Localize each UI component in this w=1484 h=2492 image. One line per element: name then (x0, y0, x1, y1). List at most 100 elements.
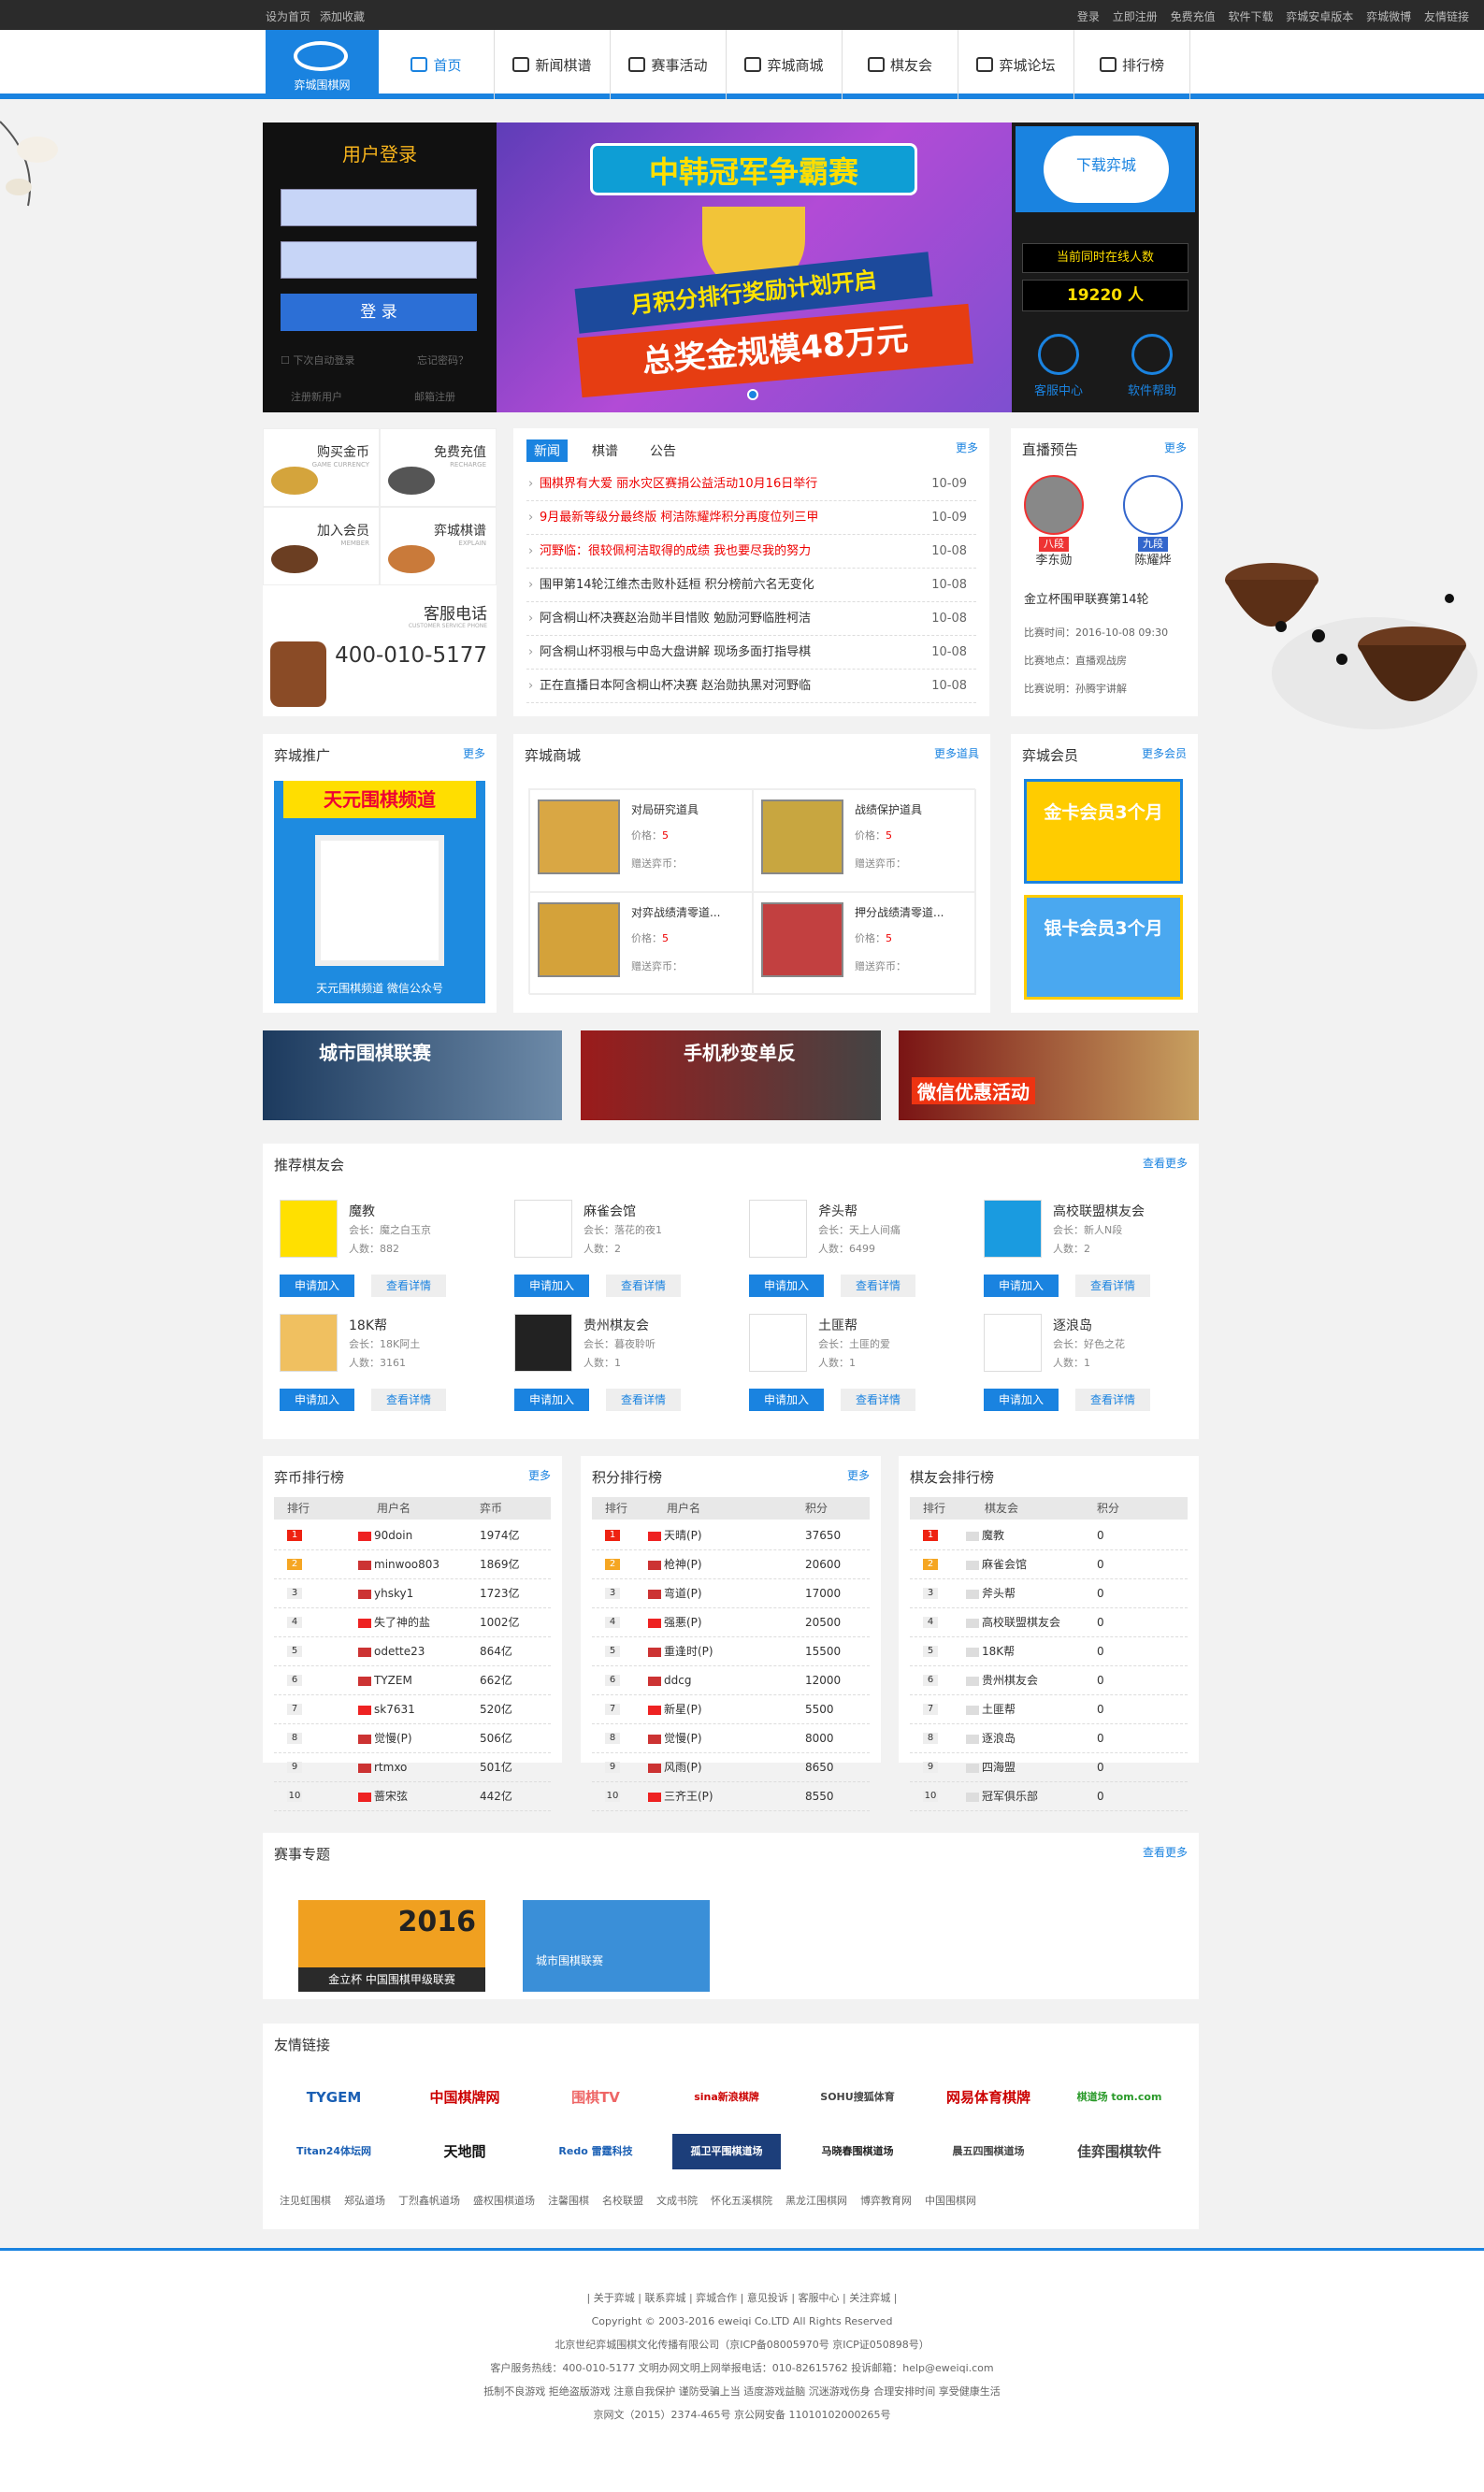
ranking-row[interactable]: 5 18K帮 0 (910, 1637, 1188, 1666)
ranking-row[interactable]: 8 觉慢(P) 8000 (592, 1724, 870, 1753)
apply-join-button[interactable]: 申请加入 (984, 1389, 1059, 1411)
partner-link[interactable]: 丁烈鑫帆道场 (398, 2195, 460, 2207)
apply-join-button[interactable]: 申请加入 (514, 1389, 589, 1411)
ranking-row[interactable]: 9 四海盟 0 (910, 1753, 1188, 1782)
nav-home[interactable]: 首页 (379, 30, 495, 99)
password-input[interactable] (281, 241, 477, 279)
ranking-row[interactable]: 7 sk7631 520亿 (274, 1695, 551, 1724)
register-link[interactable]: 立即注册 (1113, 10, 1158, 23)
view-details-button[interactable]: 查看详情 (841, 1389, 915, 1411)
partner-link[interactable]: 注馨围棋 (548, 2195, 589, 2207)
apply-join-button[interactable]: 申请加入 (280, 1275, 354, 1297)
ranking-row[interactable]: 8 觉慢(P) 506亿 (274, 1724, 551, 1753)
partner-logo[interactable]: 网易体育棋牌 (934, 2080, 1043, 2115)
game-records-link[interactable]: 弈城棋谱 EXPLAIN (380, 507, 497, 585)
points-rank-more[interactable]: 更多 (847, 1467, 870, 1483)
nav-news[interactable]: 新闻棋谱 (495, 30, 611, 99)
weibo-link[interactable]: 弈城微博 (1366, 10, 1411, 23)
coin-rank-more[interactable]: 更多 (528, 1467, 551, 1483)
gold-card[interactable]: 金卡会员3个月 (1024, 779, 1183, 884)
club-logo[interactable] (749, 1314, 807, 1372)
news-item[interactable]: 正在直播日本阿含桐山杯决赛 赵治勋执黑对河野临 10-08 (526, 670, 976, 703)
ranking-row[interactable]: 2 枪神(P) 20600 (592, 1550, 870, 1579)
apply-join-button[interactable]: 申请加入 (984, 1275, 1059, 1297)
forgot-password-link[interactable]: 忘记密码？ (417, 353, 468, 367)
ranking-row[interactable]: 5 重逢时(P) 15500 (592, 1637, 870, 1666)
ad-city-league[interactable]: 城市围棋联赛 (263, 1030, 562, 1120)
recharge-link[interactable]: 免费充值 (1171, 10, 1216, 23)
club-logo[interactable] (749, 1200, 807, 1258)
ranking-row[interactable]: 4 失了神的盐 1002亿 (274, 1608, 551, 1637)
mall-item[interactable]: 战绩保护道具 价格：5 赠送弈币： (753, 789, 976, 892)
view-details-button[interactable]: 查看详情 (606, 1389, 681, 1411)
partner-logo[interactable]: 马晓春围棋道场 (803, 2134, 912, 2169)
ranking-row[interactable]: 10 蔷宋弦 442亿 (274, 1782, 551, 1811)
view-details-button[interactable]: 查看详情 (371, 1389, 446, 1411)
ranking-row[interactable]: 5 odette23 864亿 (274, 1637, 551, 1666)
partner-link[interactable]: 文成书院 (656, 2195, 698, 2207)
mall-item[interactable]: 对弈战绩清零道... 价格：5 赠送弈币： (529, 892, 753, 995)
news-item[interactable]: 围棋界有大爱 丽水灾区赛捐公益活动10月16日举行 10-09 (526, 468, 976, 501)
club-logo[interactable] (280, 1314, 338, 1372)
login-link[interactable]: 登录 (1077, 10, 1100, 23)
news-item[interactable]: 阿含桐山杯羽根与中岛大盘讲解 现场多面打指导棋 10-08 (526, 636, 976, 670)
ranking-row[interactable]: 3 斧头帮 0 (910, 1579, 1188, 1608)
partner-logo[interactable]: Titan24体坛网 (280, 2134, 388, 2169)
ad-phone-camera[interactable]: 手机秒变单反 (581, 1030, 881, 1120)
buy-coins-link[interactable]: 购买金币 GAME CURRENCY (263, 428, 380, 507)
club-logo[interactable] (984, 1314, 1042, 1372)
ranking-row[interactable]: 2 minwoo803 1869亿 (274, 1550, 551, 1579)
view-details-button[interactable]: 查看详情 (371, 1275, 446, 1297)
partner-link[interactable]: 郑弘道场 (344, 2195, 385, 2207)
carousel-dot[interactable] (747, 389, 758, 400)
ranking-row[interactable]: 7 土匪帮 0 (910, 1695, 1188, 1724)
site-logo[interactable]: 弈城围棋网 (266, 30, 379, 99)
club-name[interactable]: 麻雀会馆 (584, 1202, 636, 1220)
partner-link[interactable]: 盛权围棋道场 (473, 2195, 535, 2207)
club-name[interactable]: 土匪帮 (818, 1316, 857, 1334)
ranking-row[interactable]: 3 yhsky1 1723亿 (274, 1579, 551, 1608)
partner-link[interactable]: 怀化五溪棋院 (711, 2195, 772, 2207)
mall-more-link[interactable]: 更多道具 (934, 745, 979, 761)
topics-more-link[interactable]: 查看更多 (1143, 1844, 1188, 1860)
club-logo[interactable] (280, 1200, 338, 1258)
partner-logo[interactable]: Redo 雷霆科技 (541, 2134, 650, 2169)
partner-logo[interactable]: TYGEM (280, 2080, 388, 2115)
view-details-button[interactable]: 查看详情 (1075, 1275, 1150, 1297)
ad-wechat[interactable]: 微信优惠活动 (899, 1030, 1199, 1120)
ranking-row[interactable]: 1 90doin 1974亿 (274, 1521, 551, 1550)
mall-item[interactable]: 对局研究道具 价格：5 赠送弈币： (529, 789, 753, 892)
ranking-row[interactable]: 10 三齐王(P) 8550 (592, 1782, 870, 1811)
vip-more-link[interactable]: 更多会员 (1142, 745, 1187, 761)
club-logo[interactable] (984, 1200, 1042, 1258)
partner-link[interactable]: 中国围棋网 (925, 2195, 976, 2207)
news-item[interactable]: 9月最新等级分最终版 柯洁陈耀烨积分再度位列三甲 10-09 (526, 501, 976, 535)
view-details-button[interactable]: 查看详情 (1075, 1389, 1150, 1411)
topic-city-league[interactable]: 城市围棋联赛 (523, 1900, 710, 1992)
ranking-row[interactable]: 6 ddcg 12000 (592, 1666, 870, 1695)
mall-item[interactable]: 押分战绩清零道... 价格：5 赠送弈币： (753, 892, 976, 995)
partner-logo[interactable]: 中国棋牌网 (411, 2080, 519, 2115)
versus-image[interactable]: 八段 九段 李东勋 陈耀烨 (1024, 475, 1185, 576)
ranking-row[interactable]: 4 高校联盟棋友会 0 (910, 1608, 1188, 1637)
club-logo[interactable] (514, 1314, 572, 1372)
club-name[interactable]: 18K帮 (349, 1316, 387, 1334)
qr-promo[interactable]: 天元围棋频道 天元围棋频道 微信公众号 (274, 781, 485, 1003)
partner-logo[interactable]: 棋道场 tom.com (1065, 2080, 1174, 2115)
ranking-row[interactable]: 1 魔教 0 (910, 1521, 1188, 1550)
news-more-link[interactable]: 更多 (956, 439, 978, 455)
apply-join-button[interactable]: 申请加入 (280, 1389, 354, 1411)
club-name[interactable]: 斧头帮 (818, 1202, 857, 1220)
view-details-button[interactable]: 查看详情 (841, 1275, 915, 1297)
software-help-button[interactable]: 软件帮助 (1105, 324, 1199, 409)
view-details-button[interactable]: 查看详情 (606, 1275, 681, 1297)
partner-link[interactable]: 博弈教育网 (860, 2195, 912, 2207)
login-button[interactable]: 登 录 (281, 294, 477, 331)
tab-records[interactable]: 棋谱 (584, 439, 626, 462)
nav-ranking[interactable]: 排行榜 (1074, 30, 1190, 99)
partner-logo[interactable]: 围棋TV (541, 2080, 650, 2115)
username-input[interactable] (281, 189, 477, 226)
ranking-row[interactable]: 6 贵州棋友会 0 (910, 1666, 1188, 1695)
ranking-row[interactable]: 3 弯道(P) 17000 (592, 1579, 870, 1608)
news-item[interactable]: 围甲第14轮江维杰击败朴廷桓 积分榜前六名无变化 10-08 (526, 569, 976, 602)
